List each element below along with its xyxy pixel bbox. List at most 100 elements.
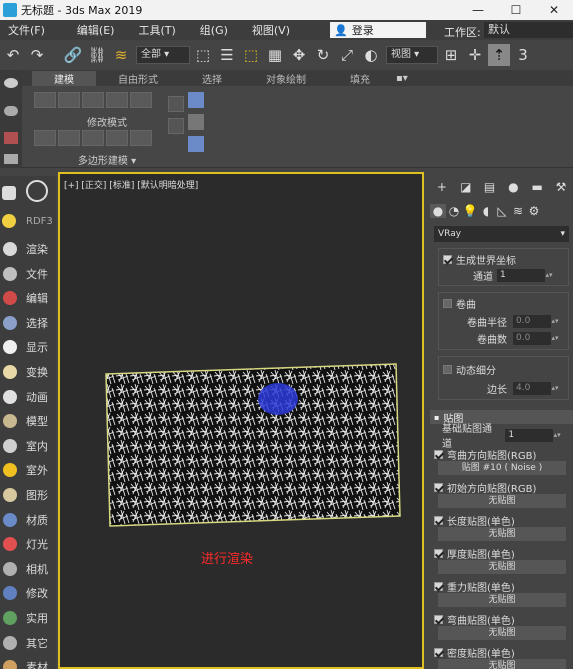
curl-radius-spinner[interactable]: 0.0	[513, 314, 551, 328]
curl-checkbox[interactable]	[443, 298, 452, 308]
menu-tools[interactable]: 工具(T)	[130, 22, 183, 38]
map-enable-checkbox[interactable]	[434, 449, 443, 459]
undo-icon[interactable]: ↶	[2, 44, 24, 66]
base-map-channel-spinner[interactable]: 1	[505, 428, 554, 442]
menu-views[interactable]: 视图(V)	[244, 22, 298, 38]
edge-length-spinner[interactable]: 4.0	[513, 381, 551, 395]
login-field[interactable]: 👤 登录	[330, 22, 426, 38]
motion-tab-icon[interactable]: ●	[501, 178, 525, 196]
teapot-icon[interactable]	[4, 78, 18, 88]
spacewarps-icon[interactable]: ≋	[510, 204, 526, 218]
map-enable-checkbox[interactable]	[434, 515, 443, 525]
left-toolbar-item[interactable]: 材质	[0, 509, 56, 531]
rect-selection-icon[interactable]: ⬚	[240, 44, 262, 66]
vertex-mode-button[interactable]	[34, 92, 56, 108]
left-toolbar-item[interactable]: 图形	[0, 484, 56, 506]
workspace-select[interactable]: 默认	[484, 22, 573, 38]
spinner-arrows-icon[interactable]: ▴▾	[553, 429, 561, 442]
utilities-tab-icon[interactable]: ⚒	[549, 178, 573, 196]
left-toolbar-item[interactable]: 相机	[0, 558, 56, 580]
left-toolbar-item[interactable]: 显示	[0, 336, 56, 358]
light-bulb-icon[interactable]	[2, 214, 16, 228]
hierarchy-tab-icon[interactable]: ▤	[478, 178, 502, 196]
tab-modeling[interactable]: 建模	[32, 70, 96, 86]
map-slot-button[interactable]: 无贴图	[438, 593, 566, 607]
layer-icon[interactable]	[4, 154, 18, 164]
left-toolbar-item[interactable]: 动画	[0, 386, 56, 408]
world-coords-checkbox[interactable]	[443, 254, 452, 264]
curl-count-spinner[interactable]: 0.0	[513, 331, 551, 345]
polygon-mode-button[interactable]	[106, 92, 128, 108]
show-end-result-icon[interactable]	[188, 92, 204, 108]
select-manipulate-icon[interactable]: ✛	[464, 44, 486, 66]
spinner-arrows-icon[interactable]: ▴▾	[545, 269, 553, 282]
helpers-icon[interactable]: ◺	[494, 204, 510, 218]
ribbon-options-icon[interactable]: ▪▾	[396, 73, 408, 84]
render-icon[interactable]	[2, 186, 16, 200]
left-toolbar-item[interactable]: 编辑	[0, 287, 56, 309]
map-enable-checkbox[interactable]	[434, 548, 443, 558]
select-object-icon[interactable]: ⬚	[192, 44, 214, 66]
spinner-arrows-icon[interactable]: ▴▾	[551, 315, 559, 328]
systems-icon[interactable]: ⚙	[526, 204, 542, 218]
left-toolbar-item[interactable]: 其它	[0, 632, 56, 654]
cameras-icon[interactable]: ◖	[478, 204, 494, 218]
left-toolbar-item[interactable]: 变换	[0, 361, 56, 383]
stack-down-button[interactable]	[168, 118, 184, 134]
map-enable-checkbox[interactable]	[434, 614, 443, 624]
collapse-button[interactable]	[34, 130, 56, 146]
menu-group[interactable]: 组(G)	[192, 22, 236, 38]
move-icon[interactable]: ✥	[288, 44, 310, 66]
map-slot-button[interactable]: 贴图 #10 ( Noise )	[438, 461, 566, 475]
dynamic-subdiv-checkbox[interactable]	[443, 364, 452, 374]
close-button[interactable]: ✕	[535, 0, 573, 20]
spinner-arrows-icon[interactable]: ▴▾	[551, 382, 559, 395]
snap-3-icon[interactable]: 3	[512, 44, 534, 66]
map-slot-button[interactable]: 无贴图	[438, 560, 566, 574]
ref-coord-select[interactable]: 视图 ▾	[386, 46, 438, 64]
map-enable-checkbox[interactable]	[434, 581, 443, 591]
channel-spinner[interactable]: 1	[497, 268, 545, 282]
poly-modeling-label[interactable]: 多边形建模 ▾	[32, 152, 182, 167]
select-by-name-icon[interactable]: ☰	[216, 44, 238, 66]
display-tab-icon[interactable]: ▬	[525, 178, 549, 196]
map-enable-checkbox[interactable]	[434, 482, 443, 492]
pivot-icon[interactable]: ⊞	[440, 44, 462, 66]
tab-object-paint[interactable]: 对象绘制	[244, 71, 328, 86]
left-toolbar-item[interactable]: 文件	[0, 263, 56, 285]
tab-selection[interactable]: 选择	[180, 71, 244, 86]
left-toolbar-item[interactable]: 素材	[0, 656, 56, 669]
left-toolbar-item[interactable]: 渲染	[0, 238, 56, 260]
stack-up-button[interactable]	[168, 96, 184, 112]
link-icon[interactable]: 🔗	[62, 44, 84, 66]
border-mode-button[interactable]	[82, 92, 104, 108]
selection-filter-select[interactable]: 全部 ▾	[136, 46, 190, 64]
snap-toggle-icon[interactable]: ⇡	[488, 44, 510, 66]
rdf-cube-icon[interactable]	[26, 180, 48, 202]
bridge-button[interactable]	[130, 130, 152, 146]
geometry-icon[interactable]: ●	[430, 204, 446, 218]
element-mode-button[interactable]	[130, 92, 152, 108]
left-toolbar-item[interactable]: 选择	[0, 312, 56, 334]
left-toolbar-item[interactable]: 室内	[0, 435, 56, 457]
map-slot-button[interactable]: 无贴图	[438, 626, 566, 640]
spinner-arrows-icon[interactable]: ▴▾	[551, 332, 559, 345]
menu-file[interactable]: 文件(F)	[0, 22, 53, 38]
fur-plane[interactable]	[60, 174, 426, 669]
modify-tab-icon[interactable]: ◪	[454, 178, 478, 196]
left-toolbar-item[interactable]: 模型	[0, 410, 56, 432]
cap-button[interactable]	[106, 130, 128, 146]
cloud-icon[interactable]	[4, 106, 18, 116]
minimize-button[interactable]: —	[459, 0, 497, 20]
unlink-icon[interactable]: ⛓	[86, 44, 108, 66]
bind-space-warp-icon[interactable]: ≋	[110, 44, 132, 66]
window-crossing-icon[interactable]: ▦	[264, 44, 286, 66]
rotate-icon[interactable]: ↻	[312, 44, 334, 66]
tab-populate[interactable]: 填充	[328, 71, 392, 86]
map-slot-button[interactable]: 无贴图	[438, 659, 566, 669]
viewport[interactable]: [+] [正交] [标准] [默认明暗处理] 进行渲染	[58, 172, 424, 669]
left-toolbar-item[interactable]: 实用	[0, 607, 56, 629]
attach-button[interactable]	[58, 130, 80, 146]
map-enable-checkbox[interactable]	[434, 647, 443, 657]
left-toolbar-item[interactable]: 室外	[0, 459, 56, 481]
